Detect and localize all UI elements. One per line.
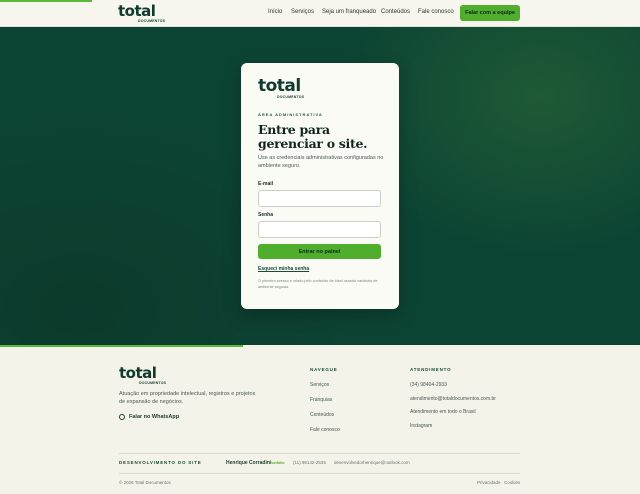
nav-item-servicos[interactable]: Serviços	[291, 9, 314, 15]
footer-link-fale-conosco[interactable]: Fale conosco	[310, 427, 340, 433]
nav-item-conteudos[interactable]: Conteúdos	[381, 9, 410, 15]
footer-divider-bottom	[119, 473, 520, 474]
whatsapp-link[interactable]: Falar no WhatsApp	[119, 414, 179, 420]
login-description: Use as credenciais administrativas confi…	[258, 155, 384, 169]
site-header: total DOCUMENTOS Início Serviços Seja um…	[0, 0, 640, 27]
login-title-line2: gerenciar o site.	[258, 136, 368, 151]
site-footer: total DOCUMENTOS Atuação em propriedade …	[0, 345, 640, 494]
nav-item-inicio[interactable]: Início	[268, 9, 282, 15]
dev-phone: (11) 98142-2535	[293, 460, 326, 465]
copyright: © 2026 Total Documentos	[119, 480, 171, 485]
forgot-password-link[interactable]: Esqueci minha senha	[258, 266, 309, 272]
footer-about: Atuação em propriedade intelectual, regi…	[119, 391, 256, 405]
card-logo: total DOCUMENTOS	[258, 78, 304, 100]
admin-eyebrow: ÁREA ADMINISTRATIVA	[258, 112, 323, 117]
footer-link-servicos[interactable]: Serviços	[310, 382, 329, 388]
navegue-title: NAVEGUE	[310, 367, 338, 372]
header-logo[interactable]: total DOCUMENTOS	[118, 4, 165, 24]
footer-instagram[interactable]: Instagram	[410, 423, 432, 429]
password-label: Senha	[258, 212, 274, 218]
privacy-link[interactable]: Privacidade	[477, 480, 501, 485]
login-fine-print: O primeiro acesso é criado pelo conteúdo…	[258, 279, 378, 289]
footer-logo[interactable]: total DOCUMENTOS	[119, 366, 166, 386]
footer-phone[interactable]: (34) 98404-2933	[410, 382, 447, 388]
login-title-line1: Entre para	[258, 122, 330, 137]
nav-item-fale-conosco[interactable]: Fale conosco	[418, 9, 454, 15]
whatsapp-icon	[119, 414, 125, 420]
email-label: E-mail	[258, 181, 274, 187]
cookies-link[interactable]: Cookies	[504, 480, 520, 485]
login-title: Entre para gerenciar o site.	[258, 123, 388, 151]
logo-subtitle: DOCUMENTOS	[277, 95, 305, 99]
logo-subtitle: DOCUMENTOS	[138, 19, 166, 23]
logo-subtitle: DOCUMENTOS	[139, 381, 167, 385]
dev-portfolio-link[interactable]: Portfólio	[269, 461, 285, 465]
logo-wordmark: total	[118, 2, 156, 20]
dev-name[interactable]: Henrique Corradini	[226, 460, 271, 466]
footer-email[interactable]: atendimento@totaldocumentos.com.br	[410, 396, 496, 402]
footer-link-franquias[interactable]: Franquias	[310, 397, 332, 403]
dev-email[interactable]: desenvolvedorhenrique@outlook.com	[334, 460, 410, 465]
password-field[interactable]	[258, 221, 381, 238]
logo-wordmark: total	[119, 364, 157, 382]
atendimento-title: ATENDIMENTO	[410, 367, 452, 372]
login-submit-button[interactable]: Entrar no painel	[258, 244, 381, 259]
dev-title: DESENVOLVIMENTO DO SITE	[119, 460, 202, 465]
header-accent-line	[0, 0, 92, 2]
nav-item-franqueado[interactable]: Seja um franqueado	[322, 9, 376, 15]
email-field[interactable]	[258, 190, 381, 207]
whatsapp-label: Falar no WhatsApp	[129, 414, 180, 420]
logo-wordmark: total	[258, 76, 301, 96]
footer-coverage: Atendimento em todo o Brasil	[410, 409, 476, 415]
footer-link-conteudos[interactable]: Conteúdos	[310, 412, 334, 418]
contact-team-button[interactable]: Falar com a equipe	[460, 5, 520, 21]
footer-divider	[119, 453, 520, 454]
footer-accent-line	[0, 345, 243, 347]
